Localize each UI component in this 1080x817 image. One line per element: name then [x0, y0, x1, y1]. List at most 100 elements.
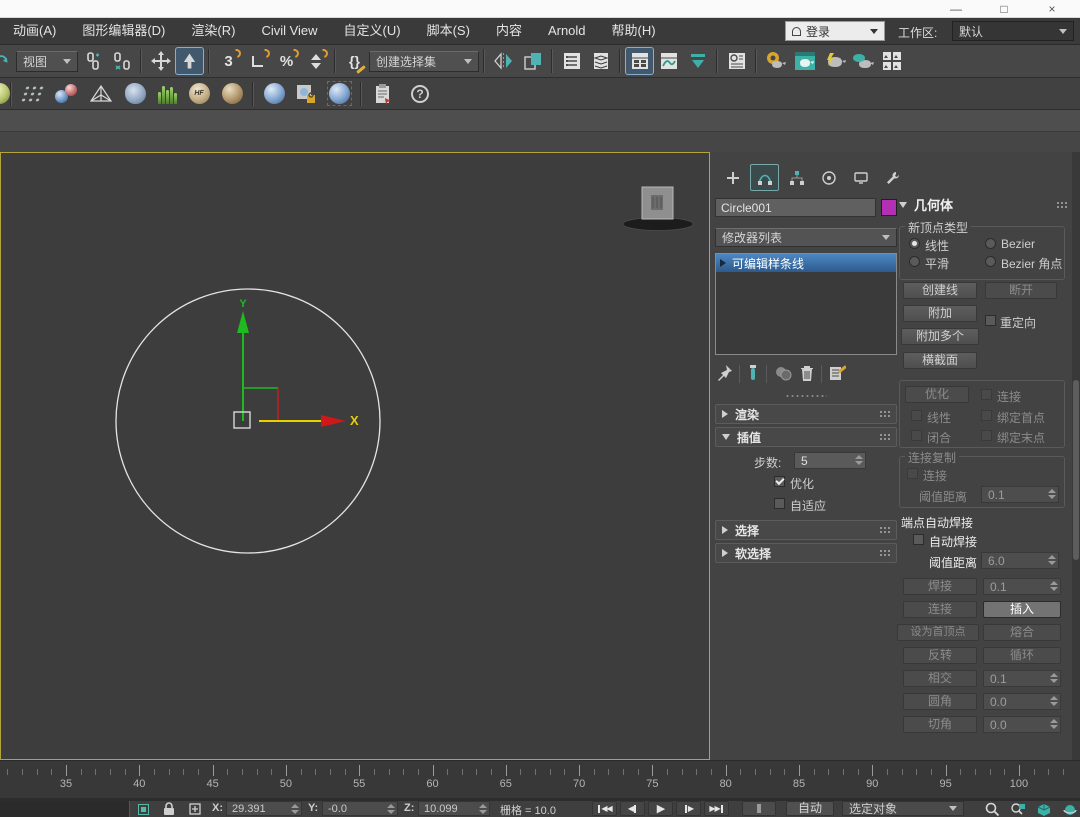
menu-item[interactable]: Arnold [535, 18, 599, 44]
pyramid-icon[interactable] [84, 80, 118, 108]
radio-bezier-corner[interactable] [985, 256, 996, 267]
minimize-button[interactable]: — [946, 1, 966, 17]
rollout-soft-selection[interactable]: 软选择 [715, 543, 897, 563]
clipboard-icon[interactable] [366, 80, 400, 108]
absolute-mode-icon[interactable] [186, 802, 204, 816]
rollout-geometry[interactable]: 几何体 [899, 196, 1067, 213]
attach-mult-button[interactable]: 附加多个 [901, 328, 979, 345]
percent-snap-icon[interactable]: % [272, 47, 301, 75]
previous-frame-button[interactable]: ◀ [620, 801, 645, 816]
edit-named-selection-sets-icon[interactable]: {} [340, 47, 369, 75]
render-presets-icon[interactable] [877, 47, 906, 75]
scrollbar-thumb[interactable] [1073, 380, 1079, 560]
connect-checkbox[interactable] [981, 389, 992, 400]
menu-item[interactable]: 脚本(S) [414, 18, 483, 44]
align-icon[interactable] [518, 47, 547, 75]
spinner-snap-icon[interactable] [301, 47, 330, 75]
steps-spinner[interactable]: 5 [794, 452, 866, 469]
weld-button[interactable]: 焊接 [903, 578, 977, 595]
show-end-result-icon[interactable] [746, 364, 760, 385]
set-key-button[interactable] [742, 801, 776, 816]
modifier-stack[interactable]: 可编辑样条线 [715, 253, 897, 355]
spinner-arrows-icon[interactable] [1050, 719, 1058, 729]
closed-checkbox[interactable] [911, 430, 922, 441]
render-setup-icon[interactable] [722, 47, 751, 75]
rollout-selection[interactable]: 选择 [715, 520, 897, 540]
selection-lock-icon[interactable] [160, 802, 178, 816]
zoom-extents-icon[interactable] [1032, 801, 1056, 817]
spinner-arrows-icon[interactable] [479, 804, 487, 814]
z-coordinate-field[interactable]: 10.099 [418, 801, 490, 816]
isolate-selection-icon[interactable] [134, 802, 152, 816]
scene-explorer-icon[interactable] [586, 47, 615, 75]
remove-modifier-icon[interactable] [799, 364, 815, 385]
render-production-icon[interactable] [819, 47, 848, 75]
key-filter-dropdown[interactable]: 选定对象 [842, 801, 964, 816]
menu-item[interactable]: 图形编辑器(D) [69, 18, 178, 44]
close-button[interactable]: × [1042, 1, 1062, 17]
fillet-button[interactable]: 圆角 [903, 693, 977, 710]
bind-last-checkbox[interactable] [981, 430, 992, 441]
cross-section-button[interactable]: 横截面 [903, 352, 977, 369]
object-name-field[interactable]: Circle001 [715, 198, 876, 217]
fuse-button[interactable]: 熔合 [983, 624, 1061, 641]
restore-button[interactable]: □ [994, 1, 1014, 17]
expand-icon[interactable] [720, 259, 726, 267]
scatter-icon[interactable] [16, 80, 50, 108]
cross-insert-spinner[interactable]: 0.1 [983, 670, 1061, 687]
x-coordinate-field[interactable]: 29.391 [226, 801, 302, 816]
pin-stack-icon[interactable] [715, 364, 733, 385]
toggle-ribbon-icon[interactable] [625, 47, 654, 75]
dope-sheet-icon[interactable] [683, 47, 712, 75]
transform-gizmo[interactable]: Y X [234, 298, 359, 428]
break-button[interactable]: 断开 [985, 282, 1057, 299]
material-override-icon[interactable] [290, 80, 322, 108]
rendered-frame-window-icon[interactable] [790, 47, 819, 75]
connect-copy-checkbox[interactable] [907, 468, 918, 479]
redo-icon[interactable] [0, 47, 10, 75]
spinner-arrows-icon[interactable] [1050, 696, 1058, 706]
workspace-dropdown[interactable]: 默认 [952, 21, 1074, 41]
menu-item[interactable]: 渲染(R) [178, 18, 248, 44]
rock-icon[interactable] [118, 80, 152, 108]
spinner-arrows-icon[interactable] [1048, 555, 1056, 565]
menu-item[interactable]: Civil View [248, 18, 330, 44]
render-settings-teapot-icon[interactable] [761, 47, 790, 75]
connect-button[interactable]: 连接 [903, 601, 977, 618]
play-button[interactable]: ▶ [648, 801, 673, 816]
configure-modifier-sets-icon[interactable] [828, 364, 846, 385]
connect-copy-threshold-spinner[interactable]: 0.1 [981, 486, 1059, 503]
radio-bezier[interactable] [985, 238, 996, 249]
linear-checkbox[interactable] [911, 410, 922, 421]
viewport-front[interactable]: Y X [0, 152, 710, 760]
zoom-icon[interactable] [980, 801, 1004, 817]
maxscript-mini-listener[interactable] [0, 801, 130, 817]
login-button[interactable]: 登录 [785, 21, 885, 41]
layer-manager-icon[interactable] [557, 47, 586, 75]
optimize-checkbox[interactable] [774, 476, 785, 487]
create-line-button[interactable]: 创建线 [903, 282, 977, 299]
cycle-button[interactable]: 循环 [983, 647, 1061, 664]
tab-hierarchy[interactable] [782, 164, 811, 191]
cross-insert-button[interactable]: 相交 [903, 670, 977, 687]
mirror-icon[interactable] [489, 47, 518, 75]
terrain-sphere-icon[interactable] [216, 80, 248, 108]
curve-editor-icon[interactable] [654, 47, 683, 75]
select-and-move-icon[interactable] [146, 47, 175, 75]
radio-smooth[interactable] [909, 256, 920, 267]
make-unique-icon[interactable] [773, 364, 793, 385]
render-in-cloud-icon[interactable] [848, 47, 877, 75]
grass-icon[interactable] [152, 80, 182, 108]
stack-item-editable-spline[interactable]: 可编辑样条线 [716, 254, 896, 272]
menu-item[interactable]: 内容 [483, 18, 535, 44]
menu-item[interactable]: 动画(A) [0, 18, 69, 44]
auto-key-button[interactable]: 自动 [786, 801, 834, 816]
reverse-button[interactable]: 反转 [903, 647, 977, 664]
chamfer-spinner[interactable]: 0.0 [983, 716, 1061, 733]
zoom-region-icon[interactable] [1006, 801, 1030, 817]
rollout-rendering[interactable]: 渲染 [715, 404, 897, 424]
attach-button[interactable]: 附加 [903, 305, 977, 322]
hair-fur-icon[interactable]: HF [182, 80, 216, 108]
radio-linear[interactable] [909, 238, 920, 249]
spinner-arrows-icon[interactable] [1050, 673, 1058, 683]
